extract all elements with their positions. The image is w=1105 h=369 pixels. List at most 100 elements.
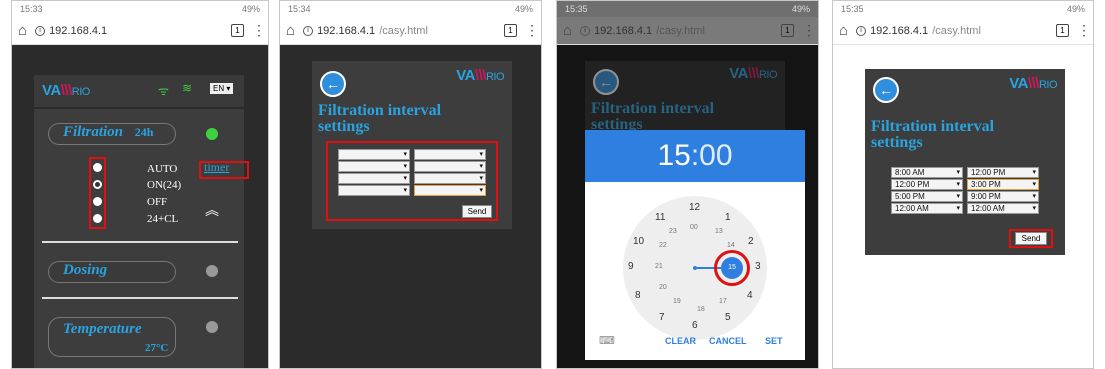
clock-hour-6[interactable]: 6: [692, 320, 698, 331]
address-field[interactable]: i 192.168.4.1: [35, 25, 223, 37]
temperature-status-icon: [206, 321, 218, 333]
clock-hour-14[interactable]: 14: [727, 242, 735, 249]
phone-screenshot-1: 15:33 49% ⌂ i 192.168.4.1 1 ⋮ VA\\\RIO ᯤ…: [11, 0, 269, 369]
collapse-chevron-icon[interactable]: ︽: [205, 203, 219, 217]
clock-hour-13[interactable]: 13: [715, 228, 723, 235]
dosing-status-icon: [206, 265, 218, 277]
send-button[interactable]: Send: [1015, 232, 1047, 245]
clock-hour-22[interactable]: 22: [659, 242, 667, 249]
filtration-hours: 24h: [134, 125, 154, 139]
start-time-select-2[interactable]: 12:00 PM: [891, 179, 963, 190]
status-battery: 49%: [514, 4, 533, 14]
dosing-button[interactable]: Dosing: [48, 261, 176, 283]
address-field[interactable]: i 192.168.4.1/casy.html: [580, 25, 773, 37]
back-arrow-icon[interactable]: ←: [593, 69, 619, 95]
end-time-select-1[interactable]: 12:00 PM: [967, 167, 1039, 178]
start-time-select-3[interactable]: 5:00 PM: [891, 191, 963, 202]
send-button[interactable]: Send: [462, 205, 492, 218]
clock-hour-12[interactable]: 12: [689, 202, 700, 213]
back-arrow-icon[interactable]: ←: [873, 77, 899, 103]
temperature-button[interactable]: Temperature 27°C: [48, 317, 176, 357]
menu-icon[interactable]: ⋮: [252, 22, 266, 39]
clock-hour-7[interactable]: 7: [659, 312, 665, 323]
clock-hour-00[interactable]: 00: [690, 224, 698, 231]
browser-url-bar: ⌂ i 192.168.4.1/casy.html 1 ⋮: [557, 17, 818, 45]
tabs-button[interactable]: 1: [504, 24, 517, 37]
clock-hour-18[interactable]: 18: [697, 306, 705, 313]
end-time-select-2[interactable]: 3:00 PM: [967, 179, 1039, 190]
clock-face[interactable]: 15 12 1 2 3 4 5 6 7 8 9 10 11 00 13 14 1…: [623, 196, 767, 340]
mode-label-on24: ON(24): [147, 179, 182, 191]
temperature-value: 27°C: [145, 342, 169, 354]
status-time: 15:33: [20, 4, 43, 14]
address-field[interactable]: i 192.168.4.1/casy.html: [303, 25, 496, 37]
start-time-select-1[interactable]: 8:00 AM: [891, 167, 963, 178]
radio-off[interactable]: [93, 197, 102, 206]
start-time-select-4[interactable]: [338, 185, 410, 196]
clock-hour-9[interactable]: 9: [628, 261, 634, 272]
app-screen: ← VA\\\RIO Filtration interval settings 8…: [833, 45, 1093, 368]
start-time-select-3[interactable]: [338, 173, 410, 184]
info-icon: i: [856, 25, 867, 36]
clock-hour-1[interactable]: 1: [725, 212, 731, 223]
clock-hour-21[interactable]: 21: [655, 263, 663, 270]
filtration-button[interactable]: Filtration 24h: [48, 123, 176, 145]
url-path: /casy.html: [379, 24, 428, 37]
wifi-icon: ≋: [182, 81, 193, 95]
selected-minute[interactable]: :00: [691, 139, 733, 173]
start-time-select-1[interactable]: [338, 149, 410, 160]
clock-hour-20[interactable]: 20: [659, 284, 667, 291]
timer-link[interactable]: timer: [204, 160, 229, 175]
clock-hour-2[interactable]: 2: [748, 236, 754, 247]
clock-hour-11[interactable]: 11: [655, 212, 665, 223]
clock-hour-4[interactable]: 4: [747, 290, 753, 301]
end-time-select-1[interactable]: [414, 149, 486, 160]
vario-logo: VA\\\RIO: [456, 67, 504, 84]
menu-icon[interactable]: ⋮: [1077, 22, 1091, 39]
clock-hour-3[interactable]: 3: [755, 261, 761, 272]
language-select[interactable]: EN ▾: [210, 83, 234, 94]
info-icon: i: [580, 25, 591, 36]
keyboard-icon[interactable]: ⌨: [599, 334, 615, 347]
menu-icon[interactable]: ⋮: [802, 22, 816, 39]
mode-label-off: OFF: [147, 196, 168, 208]
start-time-select-2[interactable]: [338, 161, 410, 172]
clock-hour-17[interactable]: 17: [719, 298, 727, 305]
back-arrow-icon[interactable]: ←: [320, 71, 346, 97]
tabs-button[interactable]: 1: [781, 24, 794, 37]
end-time-select-3[interactable]: [414, 173, 486, 184]
clock-hour-8[interactable]: 8: [635, 290, 641, 301]
url-path: /casy.html: [656, 24, 705, 37]
radio-24cl[interactable]: [93, 214, 102, 223]
end-time-select-2[interactable]: [414, 161, 486, 172]
info-icon: i: [303, 25, 314, 36]
end-time-select-4[interactable]: 12:00 AM: [967, 203, 1039, 214]
home-icon[interactable]: ⌂: [18, 22, 27, 39]
clock-hour-23[interactable]: 23: [669, 228, 677, 235]
clock-hour-5[interactable]: 5: [725, 312, 731, 323]
app-screen: ← VA\\\RIO Filtration intervalsettings S…: [280, 45, 541, 368]
set-button[interactable]: SET: [765, 336, 783, 346]
menu-icon[interactable]: ⋮: [525, 22, 539, 39]
selected-hour[interactable]: 15: [657, 139, 690, 173]
app-screen: VA\\\RIO ᯤ ≋ EN ▾ Filtration 24h AUTO ON…: [12, 45, 268, 368]
start-time-select-4[interactable]: 12:00 AM: [891, 203, 963, 214]
url-host: 192.168.4.1: [870, 24, 929, 37]
radio-auto[interactable]: [93, 163, 102, 172]
home-icon[interactable]: ⌂: [563, 22, 572, 39]
clock-hour-10[interactable]: 10: [633, 236, 644, 247]
status-bar: 15:34 49%: [280, 1, 541, 17]
cancel-button[interactable]: CANCEL: [709, 336, 747, 346]
clear-button[interactable]: CLEAR: [665, 336, 696, 346]
radio-on24[interactable]: [93, 180, 102, 189]
browser-url-bar: ⌂ i 192.168.4.1/casy.html 1 ⋮: [280, 17, 541, 45]
end-time-select-4[interactable]: [414, 185, 486, 196]
home-icon[interactable]: ⌂: [839, 22, 848, 39]
address-field[interactable]: i 192.168.4.1/casy.html: [856, 25, 1048, 37]
tabs-button[interactable]: 1: [1056, 24, 1069, 37]
home-icon[interactable]: ⌂: [286, 22, 295, 39]
end-time-select-3[interactable]: 9:00 PM: [967, 191, 1039, 202]
tabs-button[interactable]: 1: [231, 24, 244, 37]
filtration-status-icon: [206, 128, 218, 140]
clock-hour-19[interactable]: 19: [673, 298, 681, 305]
